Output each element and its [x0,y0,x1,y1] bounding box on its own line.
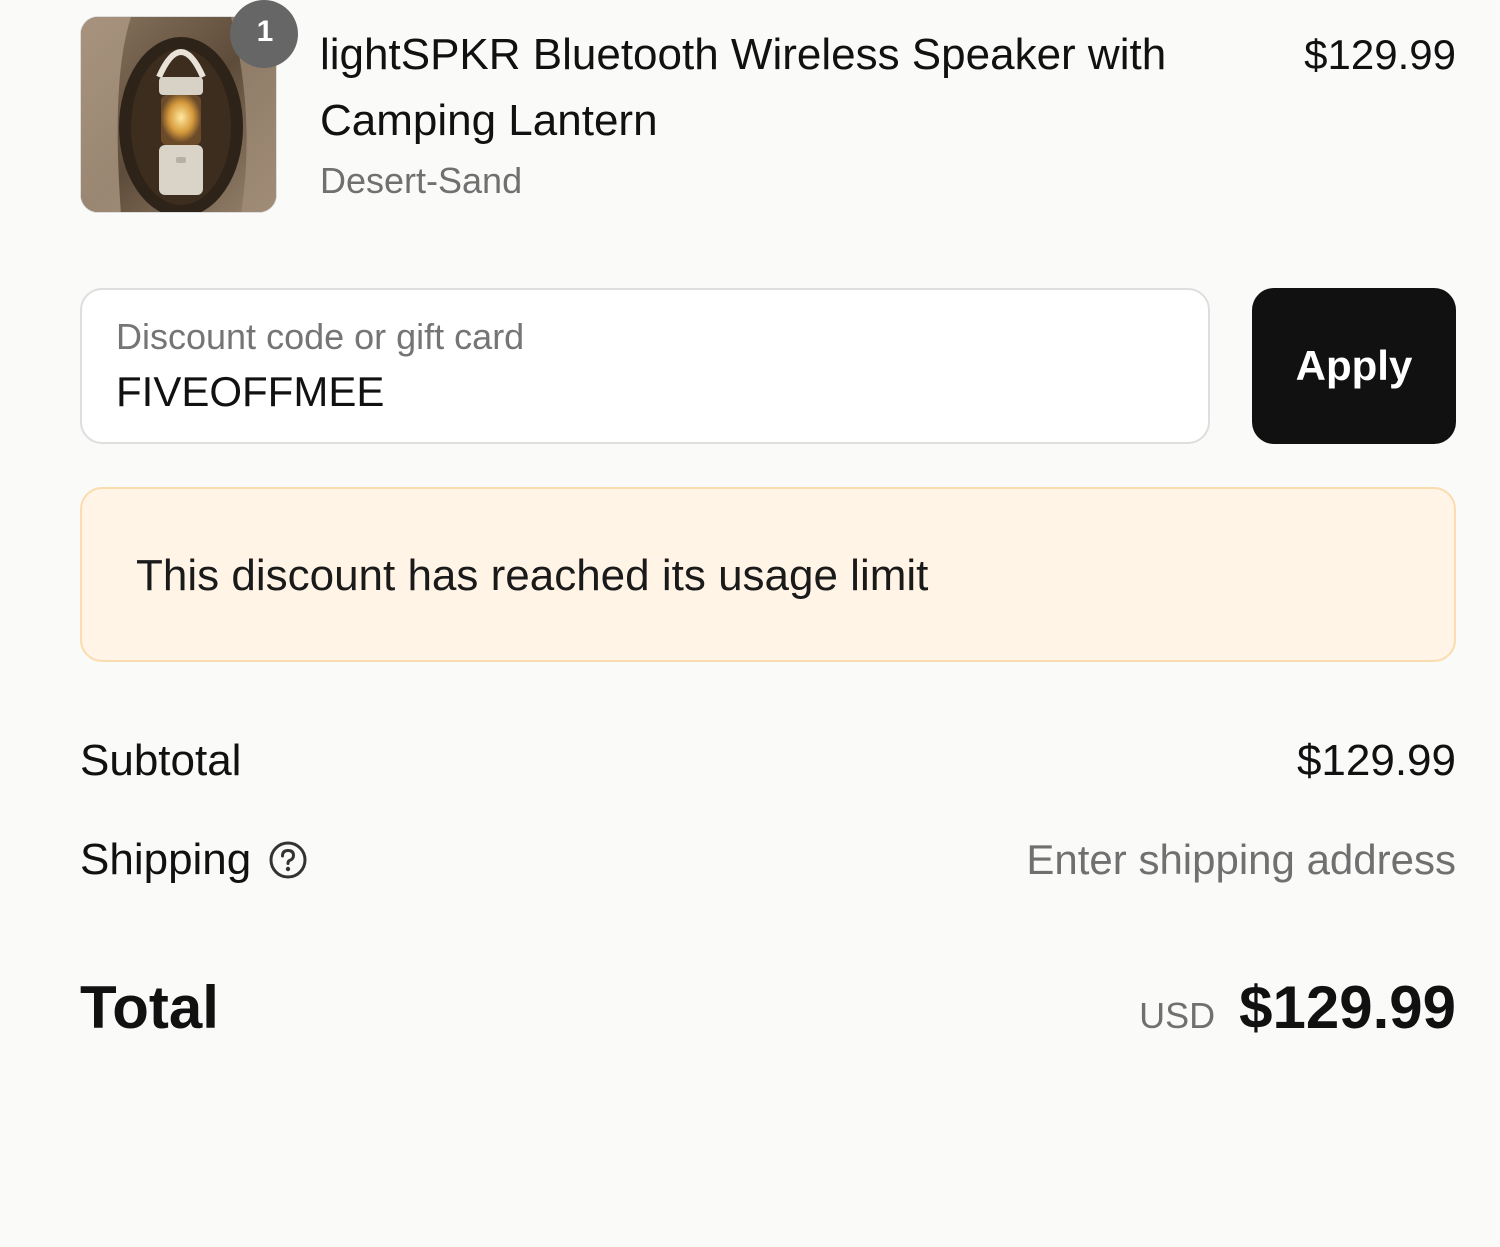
shipping-value: Enter shipping address [1026,836,1456,883]
discount-error-message: This discount has reached its usage limi… [136,551,929,600]
total-row: Total USD $129.99 [80,968,1456,1048]
product-thumbnail-wrap: 1 [80,0,298,213]
product-name: lightSPKR Bluetooth Wireless Speaker wit… [320,30,1167,145]
apply-discount-button[interactable]: Apply [1252,288,1456,444]
total-value: $129.99 [1239,974,1456,1041]
help-circle-icon[interactable] [268,840,308,880]
product-price: $129.99 [1304,31,1456,78]
discount-error-banner: This discount has reached its usage limi… [80,487,1456,662]
product-variant: Desert-Sand [320,160,523,201]
discount-code-label: Discount code or gift card [116,316,525,357]
order-summary: 1 lightSPKR Bluetooth Wireless Speaker w… [0,0,1500,1247]
shipping-label: Shipping [80,835,252,884]
subtotal-value: $129.99 [1296,736,1456,785]
total-label: Total [80,974,219,1041]
subtotal-row: Subtotal $129.99 [80,731,1456,791]
total-amount: USD $129.99 [1139,968,1456,1048]
discount-code-field[interactable]: Discount code or gift card [80,288,1210,444]
discount-code-input[interactable] [116,362,1166,422]
subtotal-label: Subtotal [80,736,242,785]
shipping-row: Shipping Enter shipping address [80,830,1456,890]
currency-code: USD [1139,995,1216,1036]
line-item: 1 lightSPKR Bluetooth Wireless Speaker w… [80,0,1456,215]
quantity-badge: 1 [230,0,298,68]
